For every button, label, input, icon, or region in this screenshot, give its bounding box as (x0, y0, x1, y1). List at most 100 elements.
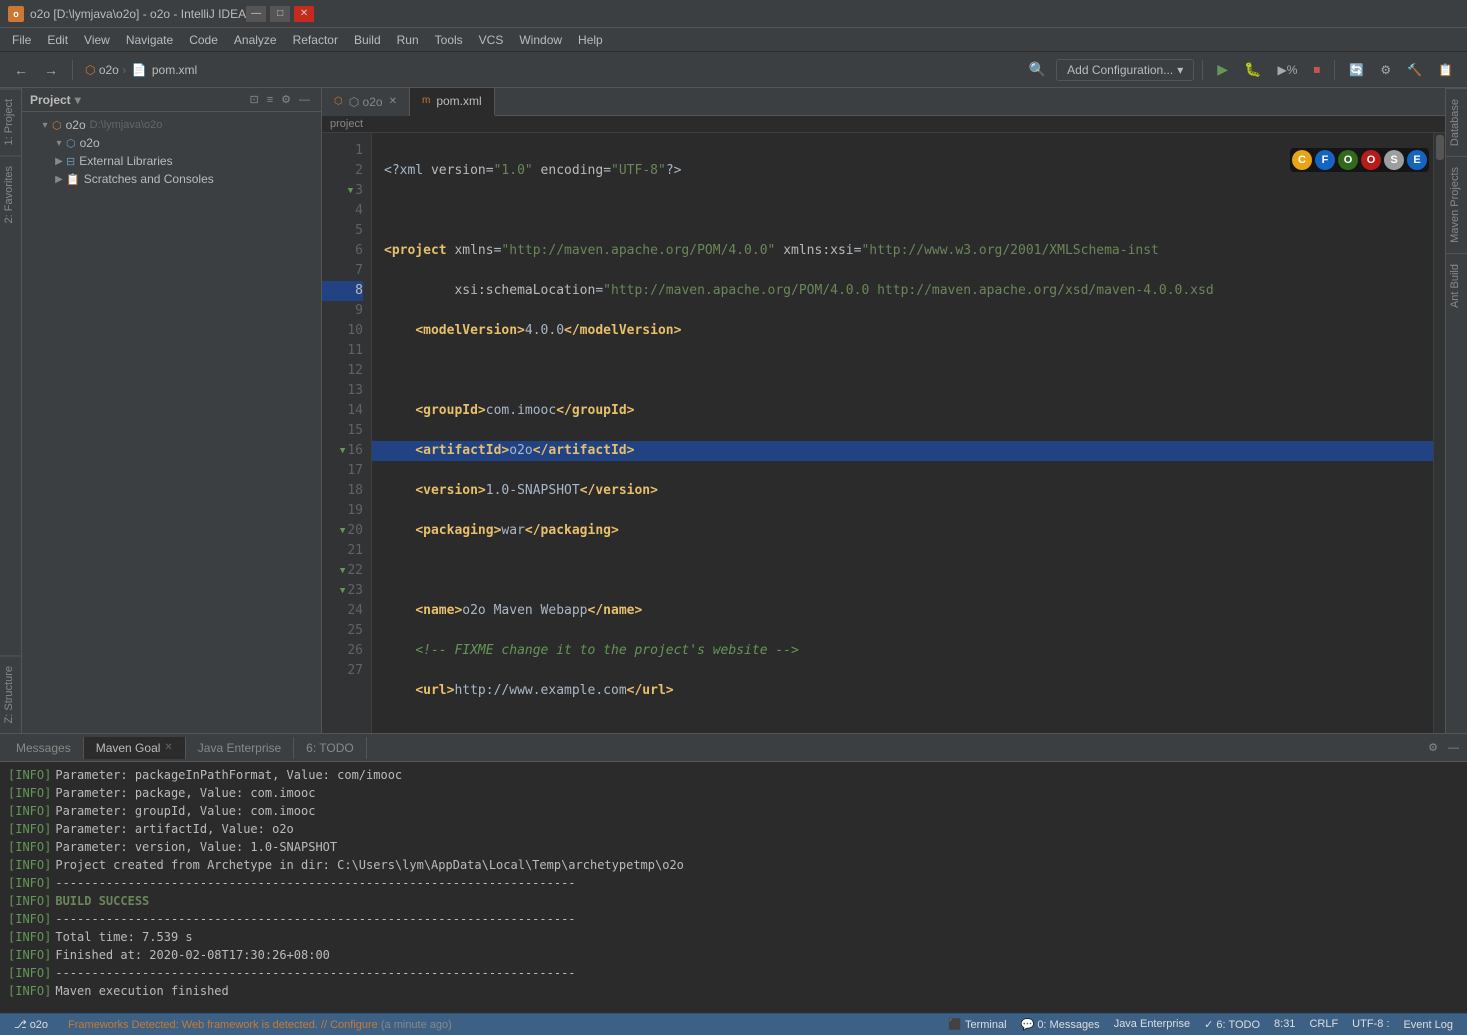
title-bar: o o2o [D:\lymjava\o2o] - o2o - IntelliJ … (0, 0, 1467, 28)
tree-toggle-scratches[interactable]: ▶ (52, 172, 66, 186)
settings-panel-button[interactable]: ⚙ (278, 92, 294, 107)
bottom-minimize-button[interactable]: — (1444, 739, 1463, 756)
menu-edit[interactable]: Edit (39, 31, 76, 49)
terminal-button[interactable]: 📋 (1432, 60, 1459, 80)
project-label: o2o (99, 63, 119, 77)
hide-panel-button[interactable]: — (296, 92, 313, 107)
ant-build-panel-tab[interactable]: Ant Build (1446, 253, 1467, 318)
menu-run[interactable]: Run (389, 31, 427, 49)
edge-btn[interactable]: E (1407, 150, 1427, 170)
editor-content: 1 2 ▼3 4 5 6 7 8 9 10 11 12 13 14 15 ▼16… (322, 133, 1445, 733)
messages-icon: 💬 (1021, 1019, 1035, 1031)
log-info-9: [INFO] (8, 910, 51, 928)
update-button[interactable]: 🔄 (1343, 60, 1370, 80)
firefox-btn[interactable]: F (1315, 150, 1335, 170)
tree-item-scratches[interactable]: ▶ 📋 Scratches and Consoles (22, 170, 321, 188)
menu-navigate[interactable]: Navigate (118, 31, 181, 49)
run-with-coverage-button[interactable]: ▶% (1271, 60, 1303, 80)
tree-toggle-root[interactable]: ▾ (38, 118, 52, 132)
maven-goal-tab-close[interactable]: ✕ (164, 742, 172, 753)
menu-code[interactable]: Code (181, 31, 226, 49)
safari-btn[interactable]: S (1384, 150, 1404, 170)
tab-o2o[interactable]: ⬡ ⬡ o2o ✕ (322, 88, 410, 116)
frameworks-status[interactable]: Frameworks Detected: Web framework is de… (62, 1019, 458, 1031)
maven-projects-panel-tab[interactable]: Maven Projects (1446, 156, 1467, 253)
crlf-status[interactable]: CRLF (1303, 1018, 1344, 1031)
tab-pom-xml[interactable]: m pom.xml (410, 88, 495, 116)
chrome-btn[interactable]: C (1292, 150, 1312, 170)
database-panel-tab[interactable]: Database (1446, 88, 1467, 156)
messages-status-label: 0: Messages (1037, 1019, 1099, 1031)
main-layout: 1: Project 2: Favorites Z: Structure Pro… (0, 88, 1467, 733)
debug-button[interactable]: 🐛 (1238, 58, 1267, 81)
structure-panel-tab[interactable]: Z: Structure (0, 655, 21, 733)
messages-status[interactable]: 💬 0: Messages (1015, 1018, 1106, 1031)
bottom-panel-content: [INFO] Parameter: packageInPathFormat, V… (0, 762, 1467, 1013)
tree-toggle-libs[interactable]: ▶ (52, 154, 66, 168)
code-area[interactable]: <?xml version="1.0" encoding="UTF-8"?> <… (372, 133, 1433, 733)
collapse-panel-button[interactable]: ≡ (264, 92, 276, 107)
line-col-status[interactable]: 8:31 (1268, 1018, 1301, 1031)
todo-tab[interactable]: 6: TODO (294, 737, 367, 759)
tab-o2o-close[interactable]: ✕ (389, 96, 397, 107)
build-artifacts-button[interactable]: 🔨 (1401, 60, 1428, 80)
encoding-status[interactable]: UTF-8 : (1346, 1018, 1395, 1031)
line-num-18: 18 (322, 481, 363, 501)
menu-analyze[interactable]: Analyze (226, 31, 285, 49)
browser-buttons-overlay: C F O O S E (1290, 148, 1429, 172)
bottom-settings-button[interactable]: ⚙ (1424, 739, 1442, 756)
git-branch-status[interactable]: ⎇ o2o (8, 1018, 54, 1031)
menu-tools[interactable]: Tools (427, 31, 471, 49)
java-enterprise-tab[interactable]: Java Enterprise (186, 737, 294, 759)
add-configuration-button[interactable]: Add Configuration... ▾ (1056, 59, 1194, 81)
project-icon: ⬡ (85, 63, 95, 77)
line-8: <artifactId>o2o</artifactId> (372, 441, 1433, 461)
tree-toggle-module[interactable]: ▾ (52, 136, 66, 150)
tree-label-o2o: o2o (66, 118, 86, 132)
maven-goal-tab-label: Maven Goal (96, 741, 161, 755)
tree-item-external-libs[interactable]: ▶ ⊟ External Libraries (22, 152, 321, 170)
menu-refactor[interactable]: Refactor (285, 31, 346, 49)
favorites-panel-tab[interactable]: 2: Favorites (0, 155, 21, 233)
todo-tab-label: 6: TODO (306, 741, 354, 755)
stop-button[interactable]: ⏹ (1307, 58, 1326, 81)
back-button[interactable]: ← (8, 59, 34, 81)
minimize-button[interactable]: — (246, 6, 266, 22)
right-scroll-indicator[interactable] (1433, 133, 1445, 733)
log-info-8: [INFO] (8, 892, 51, 910)
java-enterprise-status[interactable]: Java Enterprise (1108, 1018, 1196, 1031)
forward-button[interactable]: → (38, 59, 64, 81)
menu-view[interactable]: View (76, 31, 118, 49)
log-info-12: [INFO] (8, 964, 51, 982)
maven-goal-tab[interactable]: Maven Goal ✕ (84, 737, 186, 759)
log-text-5: Parameter: version, Value: 1.0-SNAPSHOT (55, 838, 337, 856)
terminal-status[interactable]: ⬛ Terminal (942, 1018, 1012, 1031)
opera-btn[interactable]: O (1338, 150, 1358, 170)
sync-panel-button[interactable]: ⊡ (246, 92, 261, 107)
tree-item-o2o-module[interactable]: ▾ ⬡ o2o (22, 134, 321, 152)
menu-window[interactable]: Window (511, 31, 570, 49)
event-log-status[interactable]: Event Log (1397, 1018, 1459, 1031)
project-panel-tab[interactable]: 1: Project (0, 88, 21, 155)
settings-button[interactable]: ⚙ (1374, 60, 1397, 80)
messages-tab[interactable]: Messages (4, 737, 84, 759)
java-enterprise-status-label: Java Enterprise (1114, 1018, 1190, 1030)
line-num-1: 1 (322, 141, 363, 161)
scroll-thumb[interactable] (1436, 135, 1444, 160)
run-button[interactable]: ▶ (1211, 58, 1234, 81)
opera2-btn[interactable]: O (1361, 150, 1381, 170)
log-line-8: [INFO] BUILD SUCCESS (8, 892, 1459, 910)
menu-build[interactable]: Build (346, 31, 389, 49)
search-everywhere-button[interactable]: 🔍 (1023, 58, 1052, 81)
menu-help[interactable]: Help (570, 31, 611, 49)
status-bar: ⎇ o2o Frameworks Detected: Web framework… (0, 1013, 1467, 1035)
close-button[interactable]: ✕ (294, 6, 314, 22)
menu-vcs[interactable]: VCS (471, 31, 512, 49)
maximize-button[interactable]: □ (270, 6, 290, 22)
line-1: <?xml version="1.0" encoding="UTF-8"?> (384, 161, 1421, 181)
todo-status[interactable]: ✓ 6: TODO (1198, 1018, 1266, 1031)
menu-file[interactable]: File (4, 31, 39, 49)
line-15 (384, 721, 1421, 733)
project-title-arrow[interactable]: ▾ (75, 93, 81, 107)
tree-item-o2o-root[interactable]: ▾ ⬡ o2o D:\lymjava\o2o (22, 116, 321, 134)
